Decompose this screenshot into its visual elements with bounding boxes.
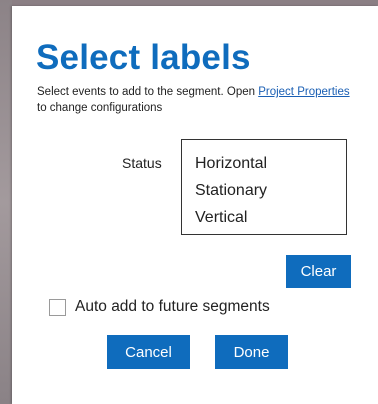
auto-add-row: Auto add to future segments [49, 296, 270, 318]
status-listbox[interactable]: Horizontal Stationary Vertical [181, 139, 347, 235]
project-properties-link[interactable]: Project Properties [258, 86, 349, 98]
description-prefix: Select events to add to the segment. Ope… [37, 86, 259, 98]
auto-add-label[interactable]: Auto add to future segments [75, 298, 270, 316]
clear-button[interactable]: Clear [286, 255, 351, 288]
select-labels-dialog: Select labels Select events to add to th… [12, 6, 378, 404]
background-window-edge-left [0, 0, 12, 404]
auto-add-checkbox[interactable] [49, 298, 66, 316]
status-option-horizontal[interactable]: Horizontal [182, 150, 346, 177]
cancel-button[interactable]: Cancel [107, 335, 190, 369]
status-option-vertical[interactable]: Vertical [182, 204, 346, 231]
dialog-description: Select events to add to the segment. Ope… [37, 84, 357, 116]
dialog-title: Select labels [36, 38, 251, 77]
status-label: Status [122, 155, 162, 171]
description-suffix: to change configurations [37, 102, 163, 114]
status-option-stationary[interactable]: Stationary [182, 177, 346, 204]
done-button[interactable]: Done [215, 335, 288, 369]
